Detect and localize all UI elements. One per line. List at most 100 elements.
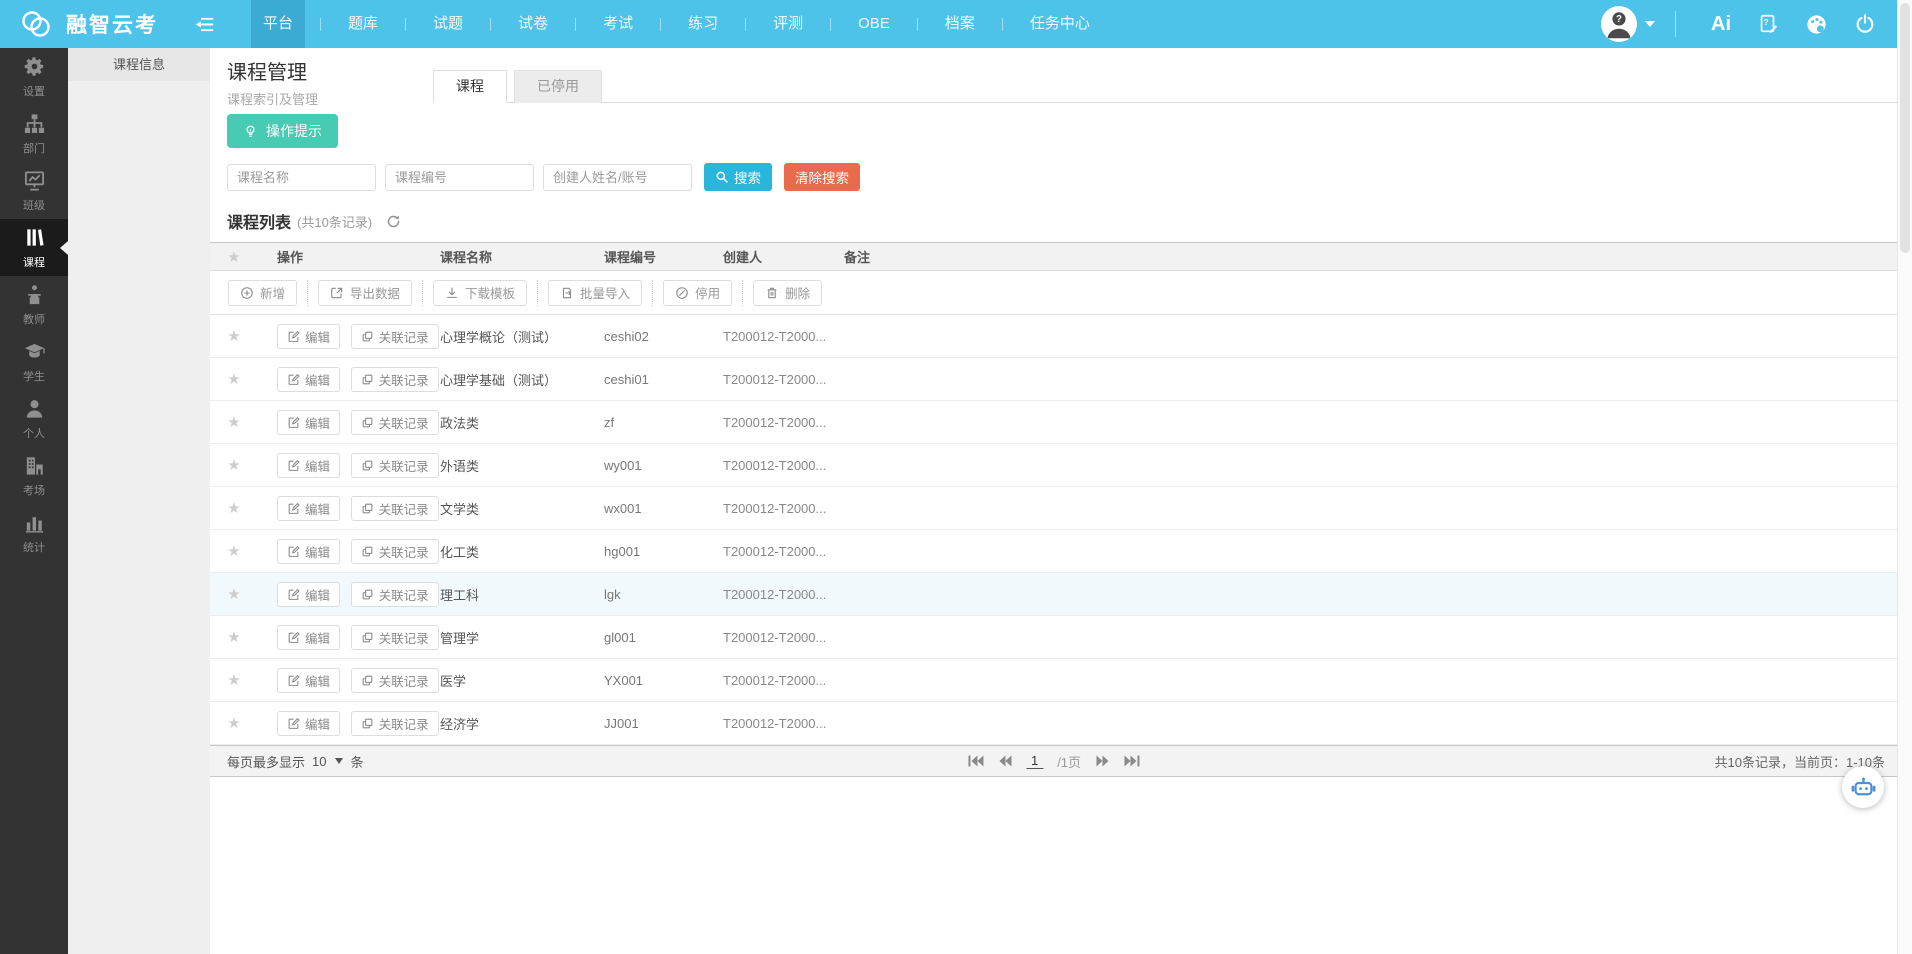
theme-palette-icon[interactable] bbox=[1805, 13, 1828, 36]
sidebar-item-course-info[interactable]: 课程信息 bbox=[68, 48, 210, 81]
operation-tip-button[interactable]: 操作提示 bbox=[227, 114, 338, 148]
delete-button[interactable]: 删除 bbox=[753, 280, 822, 306]
sidebar-item-personal[interactable]: 个人 bbox=[0, 390, 68, 447]
download-template-button[interactable]: 下载模板 bbox=[433, 280, 527, 306]
favorite-star-icon[interactable]: ★ bbox=[210, 499, 258, 517]
menu-collapse-icon[interactable] bbox=[194, 14, 215, 35]
course-code-input[interactable] bbox=[385, 164, 534, 191]
nav-item-exams[interactable]: 考试 bbox=[591, 0, 645, 48]
page-scrollbar[interactable] bbox=[1897, 0, 1912, 954]
sidebar-item-student[interactable]: 学生 bbox=[0, 333, 68, 390]
lightbulb-icon bbox=[243, 124, 258, 139]
first-page-button[interactable] bbox=[967, 755, 984, 767]
related-records-button[interactable]: 关联记录 bbox=[351, 668, 439, 693]
related-records-button[interactable]: 关联记录 bbox=[351, 324, 439, 349]
favorite-star-icon[interactable]: ★ bbox=[210, 542, 258, 560]
disable-button[interactable]: 停用 bbox=[663, 280, 732, 306]
nav-item-practice[interactable]: 练习 bbox=[676, 0, 730, 48]
edit-pencil-icon bbox=[287, 631, 300, 644]
creator-input[interactable] bbox=[543, 164, 692, 191]
sidebar-item-teacher[interactable]: 教师 bbox=[0, 276, 68, 333]
nav-separator bbox=[490, 18, 491, 31]
edit-pencil-icon bbox=[287, 459, 300, 472]
column-note: 备注 bbox=[844, 247, 1897, 266]
current-page[interactable]: 1 bbox=[1026, 753, 1043, 769]
favorite-star-icon[interactable]: ★ bbox=[210, 456, 258, 474]
sidebar-item-settings[interactable]: 设置 bbox=[0, 48, 68, 105]
copy-icon bbox=[361, 373, 374, 386]
related-records-button[interactable]: 关联记录 bbox=[351, 453, 439, 478]
nav-item-questions[interactable]: 试题 bbox=[421, 0, 475, 48]
favorite-star-icon[interactable]: ★ bbox=[210, 327, 258, 345]
nav-item-papers[interactable]: 试卷 bbox=[506, 0, 560, 48]
nav-separator bbox=[660, 18, 661, 31]
edit-button[interactable]: 编辑 bbox=[277, 410, 340, 435]
sidebar-item-exam-room[interactable]: 考场 bbox=[0, 447, 68, 504]
edit-button[interactable]: 编辑 bbox=[277, 367, 340, 392]
copy-icon bbox=[361, 502, 374, 515]
star-column-icon: ★ bbox=[210, 248, 258, 266]
topbar-right: ? Ai ? bbox=[1601, 6, 1889, 42]
logout-power-icon[interactable] bbox=[1854, 13, 1876, 35]
tab-courses[interactable]: 课程 bbox=[433, 70, 507, 103]
secondary-sidebar: 课程信息 bbox=[68, 48, 210, 954]
prev-page-button[interactable] bbox=[998, 755, 1012, 767]
nav-item-platform[interactable]: 平台 bbox=[251, 0, 305, 48]
related-records-button[interactable]: 关联记录 bbox=[351, 496, 439, 521]
favorite-star-icon[interactable]: ★ bbox=[210, 671, 258, 689]
tab-disabled-courses[interactable]: 已停用 bbox=[514, 70, 602, 103]
related-records-button[interactable]: 关联记录 bbox=[351, 410, 439, 435]
related-records-button[interactable]: 关联记录 bbox=[351, 367, 439, 392]
edit-button[interactable]: 编辑 bbox=[277, 324, 340, 349]
edit-button[interactable]: 编辑 bbox=[277, 496, 340, 521]
nav-item-question-bank[interactable]: 题库 bbox=[336, 0, 390, 48]
refresh-icon[interactable] bbox=[386, 214, 401, 229]
ai-assistant-icon[interactable]: Ai bbox=[1711, 13, 1731, 36]
robot-assistant-button[interactable] bbox=[1842, 766, 1884, 808]
nav-item-obe[interactable]: OBE bbox=[846, 0, 902, 48]
next-page-button[interactable] bbox=[1095, 755, 1109, 767]
favorite-star-icon[interactable]: ★ bbox=[210, 413, 258, 431]
toolbar-separator bbox=[422, 280, 423, 306]
nav-item-evaluation[interactable]: 评测 bbox=[761, 0, 815, 48]
nav-separator bbox=[320, 18, 321, 31]
related-records-button[interactable]: 关联记录 bbox=[351, 711, 439, 736]
scrollbar-thumb[interactable] bbox=[1900, 3, 1910, 253]
edit-button[interactable]: 编辑 bbox=[277, 711, 340, 736]
favorite-star-icon[interactable]: ★ bbox=[210, 628, 258, 646]
batch-import-button[interactable]: 批量导入 bbox=[548, 280, 642, 306]
course-name: 政法类 bbox=[440, 413, 604, 432]
favorite-star-icon[interactable]: ★ bbox=[210, 585, 258, 603]
sidebar-item-department[interactable]: 部门 bbox=[0, 105, 68, 162]
copy-icon bbox=[361, 416, 374, 429]
edit-button[interactable]: 编辑 bbox=[277, 539, 340, 564]
chevron-down-icon bbox=[335, 758, 343, 764]
sidebar-item-class[interactable]: 班级 bbox=[0, 162, 68, 219]
clear-search-button[interactable]: 清除搜索 bbox=[784, 163, 860, 191]
user-menu[interactable]: ? bbox=[1601, 6, 1655, 42]
help-doc-icon[interactable]: ? bbox=[1757, 13, 1779, 35]
sidebar-item-course[interactable]: 课程 bbox=[0, 219, 68, 276]
avatar[interactable]: ? bbox=[1601, 6, 1637, 42]
total-pages: /1页 bbox=[1057, 752, 1081, 771]
export-data-button[interactable]: 导出数据 bbox=[318, 280, 412, 306]
search-button[interactable]: 搜索 bbox=[704, 163, 772, 191]
course-creator: T200012-T2000... bbox=[723, 630, 844, 645]
edit-button[interactable]: 编辑 bbox=[277, 582, 340, 607]
course-name-input[interactable] bbox=[227, 164, 376, 191]
nav-item-archive[interactable]: 档案 bbox=[933, 0, 987, 48]
edit-button[interactable]: 编辑 bbox=[277, 668, 340, 693]
course-creator: T200012-T2000... bbox=[723, 415, 844, 430]
edit-button[interactable]: 编辑 bbox=[277, 625, 340, 650]
favorite-star-icon[interactable]: ★ bbox=[210, 370, 258, 388]
related-records-button[interactable]: 关联记录 bbox=[351, 625, 439, 650]
page-size-select[interactable]: 10 bbox=[312, 754, 343, 769]
nav-item-task-center[interactable]: 任务中心 bbox=[1018, 0, 1102, 48]
favorite-star-icon[interactable]: ★ bbox=[210, 714, 258, 732]
related-records-button[interactable]: 关联记录 bbox=[351, 582, 439, 607]
related-records-button[interactable]: 关联记录 bbox=[351, 539, 439, 564]
add-button[interactable]: 新增 bbox=[228, 280, 297, 306]
last-page-button[interactable] bbox=[1123, 755, 1140, 767]
sidebar-item-statistics[interactable]: 统计 bbox=[0, 504, 68, 561]
edit-button[interactable]: 编辑 bbox=[277, 453, 340, 478]
